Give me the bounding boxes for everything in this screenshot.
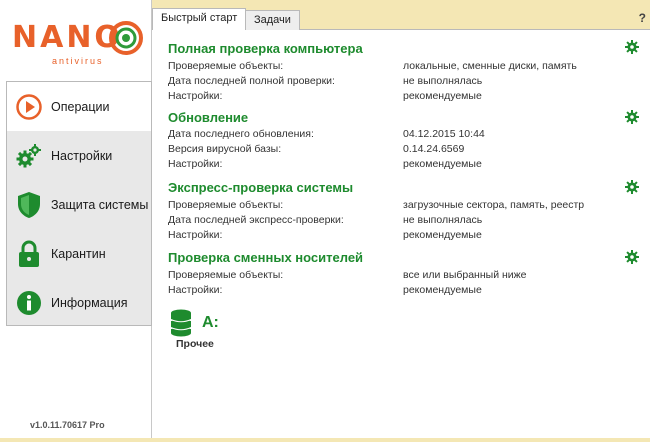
- row-value: рекомендуемые: [403, 158, 482, 170]
- row-value: локальные, сменные диски, память: [403, 60, 577, 72]
- gear-icon[interactable]: [625, 250, 639, 264]
- database-drive-icon[interactable]: [170, 309, 192, 337]
- nano-logo: NANO antivirus: [12, 18, 143, 70]
- sidebar-nav: Операции Настройки Защита системы Карант…: [6, 81, 152, 326]
- drive-letter[interactable]: A:: [202, 314, 219, 332]
- lock-icon: [15, 240, 43, 268]
- row-value: рекомендуемые: [403, 90, 482, 102]
- version-label: v1.0.11.70617 Pro: [30, 420, 105, 430]
- row-label: Проверяемые объекты:: [168, 269, 284, 281]
- row-value: загрузочные сектора, память, реестр: [403, 199, 585, 211]
- gears-icon: [15, 142, 43, 170]
- operations-play-icon: [15, 93, 43, 121]
- left-panel: NANO antivirus Операции Настройки Защита…: [0, 0, 152, 438]
- section-title-update[interactable]: Обновление: [168, 110, 248, 125]
- help-button[interactable]: ?: [639, 11, 646, 25]
- shield-icon: [15, 191, 43, 219]
- sidebar-item-label: Настройки: [51, 148, 113, 163]
- sidebar-item-label: Операции: [51, 99, 110, 114]
- gear-icon[interactable]: [625, 180, 639, 194]
- sidebar-item-label: Карантин: [51, 246, 106, 261]
- section-title-full-scan[interactable]: Полная проверка компьютера: [168, 41, 363, 56]
- gear-icon[interactable]: [625, 110, 639, 124]
- sidebar-item-settings[interactable]: Настройки: [7, 131, 151, 180]
- row-value: рекомендуемые: [403, 229, 482, 241]
- row-label: Настройки:: [168, 90, 223, 102]
- row-label: Настройки:: [168, 229, 223, 241]
- sidebar-item-information[interactable]: Информация: [7, 278, 151, 327]
- quick-start-panel: Полная проверка компьютера Проверяемые о…: [152, 30, 650, 438]
- logo-ring-icon: [109, 21, 143, 55]
- row-value: рекомендуемые: [403, 284, 482, 296]
- row-label: Версия вирусной базы:: [168, 143, 282, 155]
- row-value: не выполнялась: [403, 214, 483, 226]
- row-value: не выполнялась: [403, 75, 483, 87]
- logo-subtitle: antivirus: [52, 56, 104, 66]
- row-label: Дата последней полной проверки:: [168, 75, 335, 87]
- row-label: Дата последнего обновления:: [168, 128, 314, 140]
- row-label: Проверяемые объекты:: [168, 199, 284, 211]
- sidebar-item-operations[interactable]: Операции: [7, 82, 151, 131]
- sidebar-item-label: Информация: [51, 295, 128, 310]
- row-label: Проверяемые объекты:: [168, 60, 284, 72]
- section-title-removable-scan[interactable]: Проверка сменных носителей: [168, 250, 363, 265]
- gear-icon[interactable]: [625, 40, 639, 54]
- row-label: Настройки:: [168, 284, 223, 296]
- row-label: Настройки:: [168, 158, 223, 170]
- row-label: Дата последней экспресс-проверки:: [168, 214, 344, 226]
- section-title-express-scan[interactable]: Экспресс-проверка системы: [168, 180, 353, 195]
- drive-label: Прочее: [176, 338, 214, 350]
- sidebar-item-system-protection[interactable]: Защита системы: [7, 180, 151, 229]
- sidebar-item-quarantine[interactable]: Карантин: [7, 229, 151, 278]
- tab-quick-start[interactable]: Быстрый старт: [152, 8, 247, 31]
- row-value: 0.14.24.6569: [403, 143, 465, 155]
- sidebar-item-label: Защита системы: [51, 197, 149, 212]
- tab-bar: Быстрый старт Задачи ?: [152, 8, 650, 31]
- row-value: 04.12.2015 10:44: [403, 128, 485, 140]
- info-icon: [15, 289, 43, 317]
- row-value: все или выбранный ниже: [403, 269, 527, 281]
- tab-tasks[interactable]: Задачи: [245, 10, 300, 30]
